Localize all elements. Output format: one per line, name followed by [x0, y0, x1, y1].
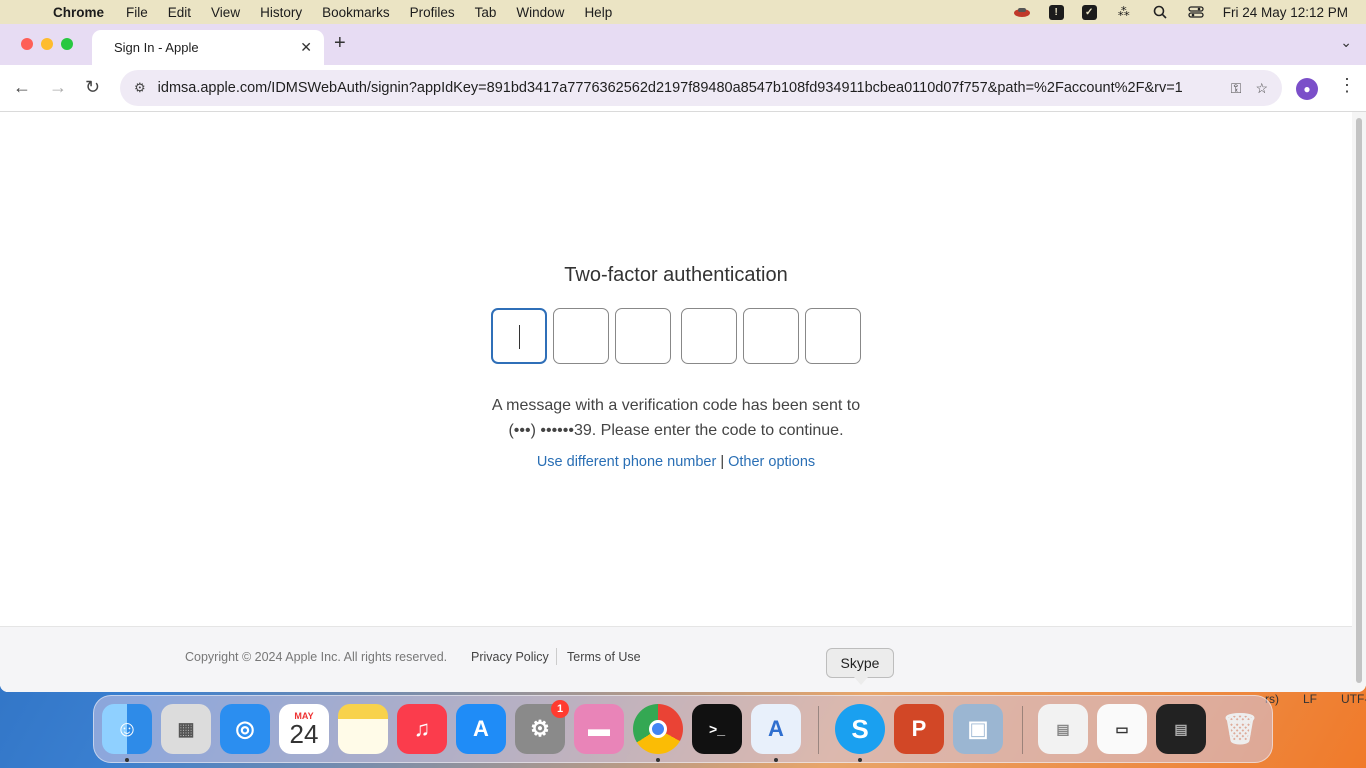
link-separator: |	[720, 454, 725, 470]
copyright-text: Copyright © 2024 Apple Inc. All rights r…	[185, 650, 448, 664]
menu-file[interactable]: File	[126, 5, 148, 20]
powerpoint-icon[interactable]: P	[894, 704, 944, 754]
tab-strip: Sign In - Apple ✕ + ⌄	[0, 24, 1366, 65]
control-center-icon[interactable]	[1187, 5, 1205, 19]
menu-tab[interactable]: Tab	[475, 5, 497, 20]
status-network-icon[interactable]: ⁂	[1115, 5, 1133, 19]
menubar-clock[interactable]: Fri 24 May 12:12 PM	[1223, 5, 1348, 20]
reload-icon[interactable]: ↻	[85, 77, 100, 98]
use-different-phone-link[interactable]: Use different phone number	[537, 454, 717, 470]
instruments-running-dot	[774, 758, 778, 762]
menu-view[interactable]: View	[211, 5, 240, 20]
launchpad-icon[interactable]: ▦	[161, 704, 211, 754]
password-key-icon[interactable]: ⚿	[1231, 80, 1242, 97]
footer-divider	[556, 648, 557, 665]
preview-icon[interactable]: ▣	[953, 704, 1003, 754]
dock-tooltip: Skype	[826, 648, 894, 685]
bookmark-star-icon[interactable]: ☆	[1255, 80, 1268, 97]
finder-running-dot	[125, 758, 129, 762]
minimized-window-chrome[interactable]: ▭	[1097, 704, 1147, 754]
status-alert-icon[interactable]: !	[1048, 4, 1064, 20]
other-options-link[interactable]: Other options	[728, 454, 815, 470]
auth-links: Use different phone number | Other options	[0, 454, 1352, 470]
notes-icon[interactable]	[338, 704, 388, 754]
scrollbar-thumb[interactable]	[1356, 118, 1362, 683]
tab-search-chevron-icon[interactable]: ⌄	[1340, 34, 1352, 51]
dock: ☺ ▦ ◎ MAY 24 ♫ A ⚙ 1 ▬ >_ A S P ▣ ▤ ▭ ▤ …	[93, 695, 1273, 763]
code-digit-1[interactable]	[491, 308, 547, 364]
system-settings-icon[interactable]: ⚙ 1	[515, 700, 569, 754]
safari-icon[interactable]: ◎	[220, 704, 270, 754]
calendar-icon[interactable]: MAY 24	[279, 704, 329, 754]
new-tab-icon[interactable]: +	[334, 32, 346, 55]
music-icon[interactable]: ♫	[397, 704, 447, 754]
macos-menu-bar: Chrome File Edit View History Bookmarks …	[0, 0, 1366, 24]
menu-window[interactable]: Window	[516, 5, 564, 20]
page-title: Two-factor authentication	[564, 264, 788, 286]
menu-profiles[interactable]: Profiles	[410, 5, 455, 20]
privacy-policy-link[interactable]: Privacy Policy	[471, 650, 549, 664]
minimize-window-button[interactable]	[41, 38, 53, 50]
xcode-instruments-icon[interactable]: A	[751, 704, 801, 754]
tab-sign-in-apple[interactable]: Sign In - Apple ✕	[92, 30, 324, 65]
verification-message-line-2: (•••) ••••••39. Please enter the code to…	[508, 422, 844, 439]
close-tab-icon[interactable]: ✕	[300, 39, 312, 56]
verification-message: A message with a verification code has b…	[0, 393, 1352, 443]
page-content: Two-factor authentication A message with…	[0, 112, 1352, 692]
menu-history[interactable]: History	[260, 5, 302, 20]
menu-app-name[interactable]: Chrome	[53, 5, 104, 20]
site-info-icon[interactable]: ⚙	[134, 80, 146, 96]
status-check-icon[interactable]: ✓	[1081, 4, 1097, 20]
menu-help[interactable]: Help	[584, 5, 612, 20]
browser-window: Sign In - Apple ✕ + ⌄ ← → ↻ ⚙ idmsa.appl…	[0, 24, 1366, 692]
status-line-ending: LF	[1303, 692, 1318, 706]
tab-title: Sign In - Apple	[114, 40, 199, 55]
menu-bookmarks[interactable]: Bookmarks	[322, 5, 390, 20]
menu-edit[interactable]: Edit	[168, 5, 191, 20]
window-controls	[21, 38, 73, 50]
minimized-window-terminal[interactable]: ▤	[1156, 704, 1206, 754]
chrome-icon[interactable]	[633, 704, 683, 754]
address-bar[interactable]: ⚙ idmsa.apple.com/IDMSWebAuth/signin?app…	[120, 70, 1282, 106]
code-digit-2[interactable]	[553, 308, 609, 364]
status-app-icon[interactable]	[1013, 5, 1031, 19]
code-digit-3[interactable]	[615, 308, 671, 364]
profile-avatar-icon[interactable]: ●	[1296, 78, 1318, 100]
skype-running-dot	[858, 758, 862, 762]
browser-toolbar: ← → ↻ ⚙ idmsa.apple.com/IDMSWebAuth/sign…	[0, 65, 1366, 112]
close-window-button[interactable]	[21, 38, 33, 50]
chrome-menu-icon[interactable]: ⋮	[1338, 75, 1356, 96]
spotlight-search-icon[interactable]	[1151, 5, 1169, 19]
chrome-center-icon	[649, 720, 667, 738]
verification-message-line-1: A message with a verification code has b…	[491, 397, 861, 414]
trash-icon[interactable]: 🗑	[1215, 704, 1265, 754]
back-arrow-icon[interactable]: ←	[13, 77, 31, 98]
background-status-text: rs) LF UTF-	[1265, 692, 1366, 706]
address-url[interactable]: idmsa.apple.com/IDMSWebAuth/signin?appId…	[158, 80, 1217, 96]
folder-app-icon[interactable]: ▬	[574, 704, 624, 754]
app-store-icon[interactable]: A	[456, 704, 506, 754]
settings-badge: 1	[551, 700, 569, 718]
terminal-icon[interactable]: >_	[692, 704, 742, 754]
finder-icon[interactable]: ☺	[102, 704, 152, 754]
dock-separator	[818, 706, 819, 754]
chrome-running-dot	[656, 758, 660, 762]
minimized-window-finder[interactable]: ▤	[1038, 704, 1088, 754]
page-footer: Copyright © 2024 Apple Inc. All rights r…	[0, 626, 1352, 692]
forward-arrow-icon[interactable]: →	[49, 77, 67, 98]
page-scrollbar[interactable]	[1352, 112, 1366, 692]
dock-separator-2	[1022, 706, 1023, 754]
status-encoding: UTF-	[1341, 692, 1366, 706]
code-digit-4[interactable]	[681, 308, 737, 364]
verification-code-inputs	[491, 308, 867, 364]
calendar-day: 24	[289, 719, 319, 749]
code-digit-5[interactable]	[743, 308, 799, 364]
code-digit-6[interactable]	[805, 308, 861, 364]
skype-icon[interactable]: S	[835, 704, 885, 754]
zoom-window-button[interactable]	[61, 38, 73, 50]
terms-of-use-link[interactable]: Terms of Use	[567, 650, 641, 664]
